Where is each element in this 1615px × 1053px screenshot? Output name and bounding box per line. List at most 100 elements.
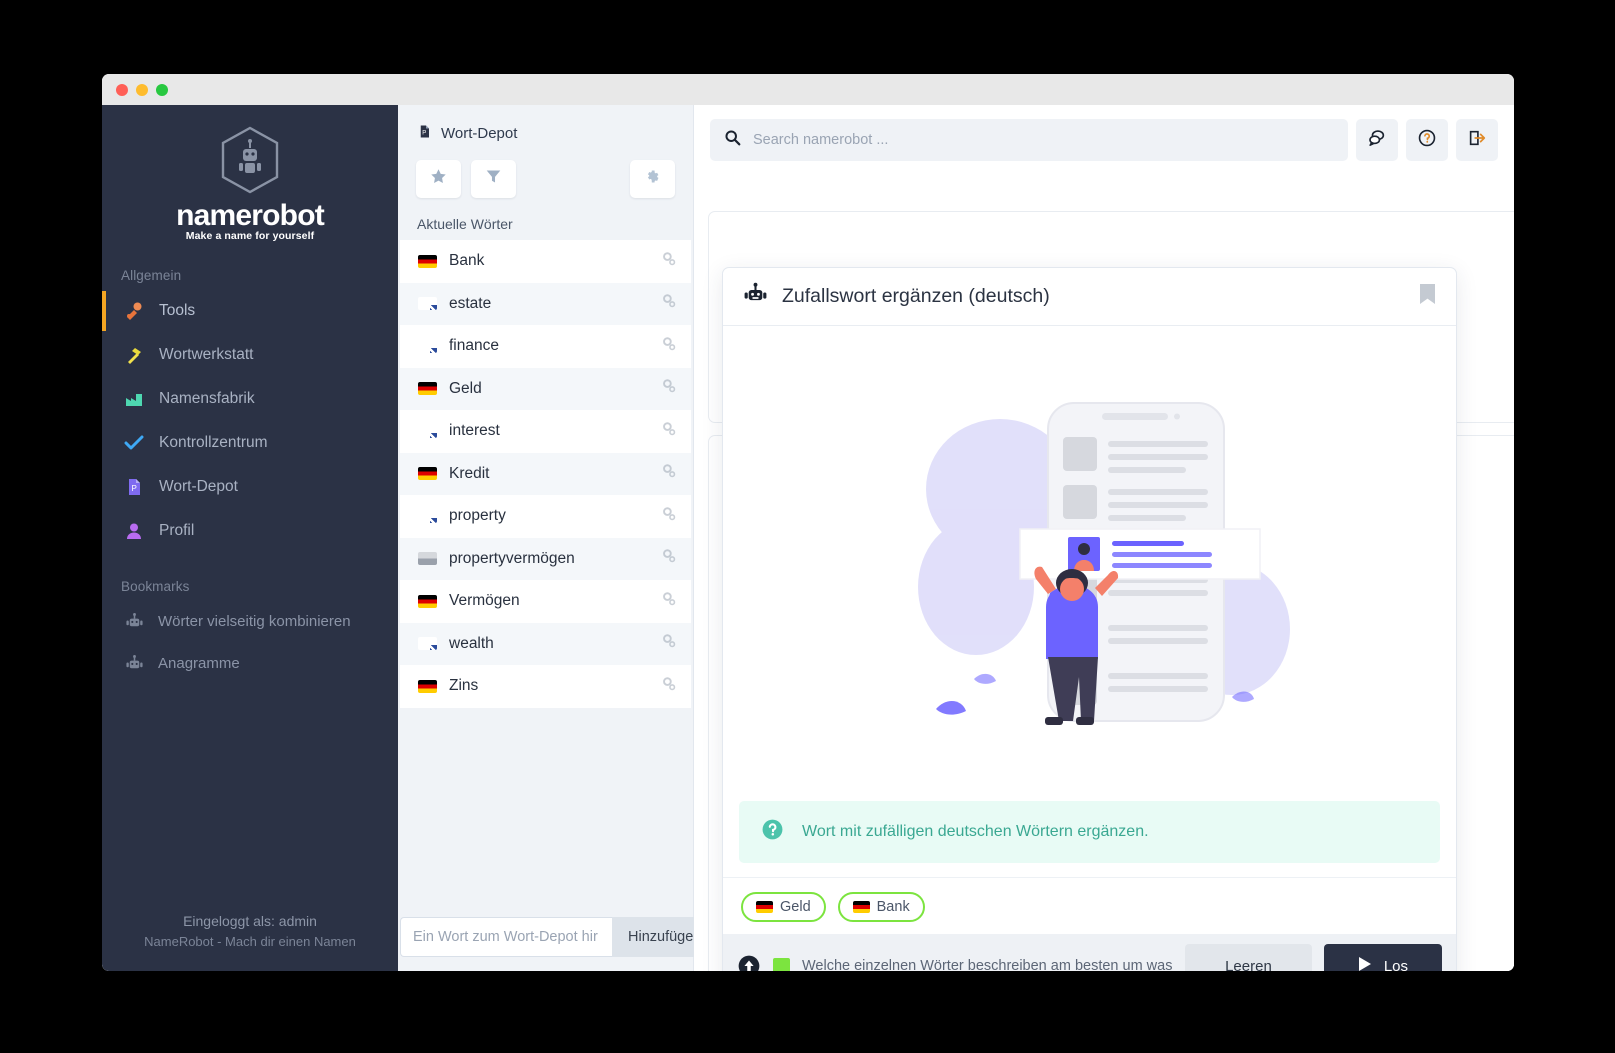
prompt-row: Welche einzelnen Wörter beschreiben am b… xyxy=(723,934,1456,971)
word-options-icon[interactable] xyxy=(661,633,677,654)
gear-icon xyxy=(644,168,661,190)
favorites-button[interactable] xyxy=(416,160,461,198)
sidebar-item-namensfabrik[interactable]: Namensfabrik xyxy=(102,377,398,421)
arrow-up-circle-icon[interactable] xyxy=(737,954,761,971)
filter-icon xyxy=(485,168,502,190)
logout-button[interactable] xyxy=(1456,119,1498,161)
word-depot-panel: P Wort-Depot Aktuelle Wörter Bank estate… xyxy=(398,105,718,971)
sidebar-item-kontrollzentrum[interactable]: Kontrollzentrum xyxy=(102,421,398,465)
tool-hint: Wort mit zufälligen deutschen Wörtern er… xyxy=(739,801,1440,863)
flag-gb-icon xyxy=(418,297,437,311)
word-options-icon[interactable] xyxy=(661,336,677,357)
logged-in-user: Eingeloggt als: admin xyxy=(183,912,317,929)
word-options-icon[interactable] xyxy=(661,591,677,612)
footer-tagline: NameRobot - Mach dir einen Namen xyxy=(144,934,356,950)
search-icon xyxy=(724,129,741,151)
word-row[interactable]: Vermögen xyxy=(400,580,691,623)
flag-gb-icon xyxy=(418,509,437,523)
flag-none-icon xyxy=(418,552,437,566)
word-depot-header: P Wort-Depot xyxy=(398,105,693,144)
word-label: wealth xyxy=(449,634,494,652)
chip-label: Geld xyxy=(780,899,811,915)
clear-button[interactable]: Leeren xyxy=(1185,944,1312,971)
brand-logo[interactable]: namerobot Make a name for yourself xyxy=(102,105,398,242)
bookmark-icon[interactable] xyxy=(1419,283,1436,310)
word-options-icon[interactable] xyxy=(661,421,677,442)
word-label: property xyxy=(449,507,506,525)
word-options-icon[interactable] xyxy=(661,293,677,314)
word-row[interactable]: property xyxy=(400,495,691,538)
hammer-icon xyxy=(123,344,145,366)
robot-icon xyxy=(123,652,145,674)
sidebar-bookmark-anagramme[interactable]: Anagramme xyxy=(102,642,398,684)
word-row[interactable]: wealth xyxy=(400,622,691,665)
flag-gb-icon xyxy=(418,424,437,438)
color-swatch xyxy=(773,957,790,971)
factory-icon xyxy=(123,388,145,410)
word-label: Zins xyxy=(449,677,479,695)
word-options-icon[interactable] xyxy=(661,378,677,399)
tools-icon xyxy=(123,300,145,322)
word-chip[interactable]: Geld xyxy=(741,892,826,922)
chat-button[interactable] xyxy=(1356,119,1398,161)
sidebar-bookmark-woerter-kombinieren[interactable]: Wörter vielseitig kombinieren xyxy=(102,600,398,642)
prompt-text[interactable]: Welche einzelnen Wörter beschreiben am b… xyxy=(802,958,1173,971)
content-canvas: Zufallswort ergänzen (deutsch) Wort mit … xyxy=(694,175,1514,971)
flag-gb-icon xyxy=(418,339,437,353)
search-input[interactable] xyxy=(753,132,1334,148)
word-options-icon[interactable] xyxy=(661,463,677,484)
help-button[interactable] xyxy=(1406,119,1448,161)
app-body: namerobot Make a name for yourself Allge… xyxy=(102,105,1514,971)
word-options-icon[interactable] xyxy=(661,548,677,569)
selected-word-chips: Geld Bank xyxy=(723,877,1456,934)
tool-card: Zufallswort ergänzen (deutsch) Wort mit … xyxy=(722,267,1457,971)
sidebar-item-wort-depot[interactable]: P Wort-Depot xyxy=(102,465,398,509)
flag-gb-icon xyxy=(418,637,437,651)
flag-de-icon xyxy=(418,594,437,608)
document-icon: P xyxy=(123,476,145,498)
word-options-icon[interactable] xyxy=(661,251,677,272)
chat-icon xyxy=(1367,128,1387,153)
close-window-button[interactable] xyxy=(116,83,128,96)
question-circle-icon xyxy=(761,818,784,846)
sidebar-item-wortwerkstatt[interactable]: Wortwerkstatt xyxy=(102,333,398,377)
sidebar-item-profil[interactable]: Profil xyxy=(102,509,398,553)
svg-text:P: P xyxy=(132,484,137,493)
word-row[interactable]: propertyvermögen xyxy=(400,537,691,580)
word-options-icon[interactable] xyxy=(661,506,677,527)
word-row[interactable]: finance xyxy=(400,325,691,368)
word-list-subtitle: Aktuelle Wörter xyxy=(417,216,513,232)
maximize-window-button[interactable] xyxy=(156,83,168,96)
search-box[interactable] xyxy=(710,119,1348,161)
flag-de-icon xyxy=(418,467,437,481)
word-label: Kredit xyxy=(449,464,490,482)
app-window: namerobot Make a name for yourself Allge… xyxy=(102,74,1514,971)
word-row[interactable]: Zins xyxy=(400,665,691,708)
svg-text:P: P xyxy=(422,131,426,137)
chip-label: Bank xyxy=(876,899,910,915)
sidebar-item-tools[interactable]: Tools xyxy=(102,289,398,333)
word-row[interactable]: Kredit xyxy=(400,452,691,495)
word-options-icon[interactable] xyxy=(661,676,677,697)
minimize-window-button[interactable] xyxy=(136,83,148,96)
word-depot-settings-button[interactable] xyxy=(630,160,675,198)
sidebar-item-label: Wort-Depot xyxy=(159,478,238,495)
filter-button[interactable] xyxy=(471,160,516,198)
word-row[interactable]: Geld xyxy=(400,367,691,410)
word-label: propertyvermögen xyxy=(449,549,575,567)
word-chip[interactable]: Bank xyxy=(837,892,925,922)
word-row[interactable]: estate xyxy=(400,282,691,325)
top-bar xyxy=(694,105,1514,175)
robot-hex-logo-icon xyxy=(218,125,282,197)
sidebar-item-label: Tools xyxy=(159,302,196,319)
flag-de-icon xyxy=(418,382,437,396)
flag-de-icon xyxy=(852,901,870,913)
hint-text: Wort mit zufälligen deutschen Wörtern er… xyxy=(802,823,1149,840)
robot-icon xyxy=(123,610,145,632)
add-word-input[interactable] xyxy=(400,917,612,957)
word-row[interactable]: Bank xyxy=(400,240,691,283)
go-button[interactable]: Los xyxy=(1323,944,1442,971)
word-row[interactable]: interest xyxy=(400,410,691,453)
panel-title: Wort-Depot xyxy=(441,125,518,142)
sidebar-section-general: Allgemein xyxy=(121,268,182,283)
